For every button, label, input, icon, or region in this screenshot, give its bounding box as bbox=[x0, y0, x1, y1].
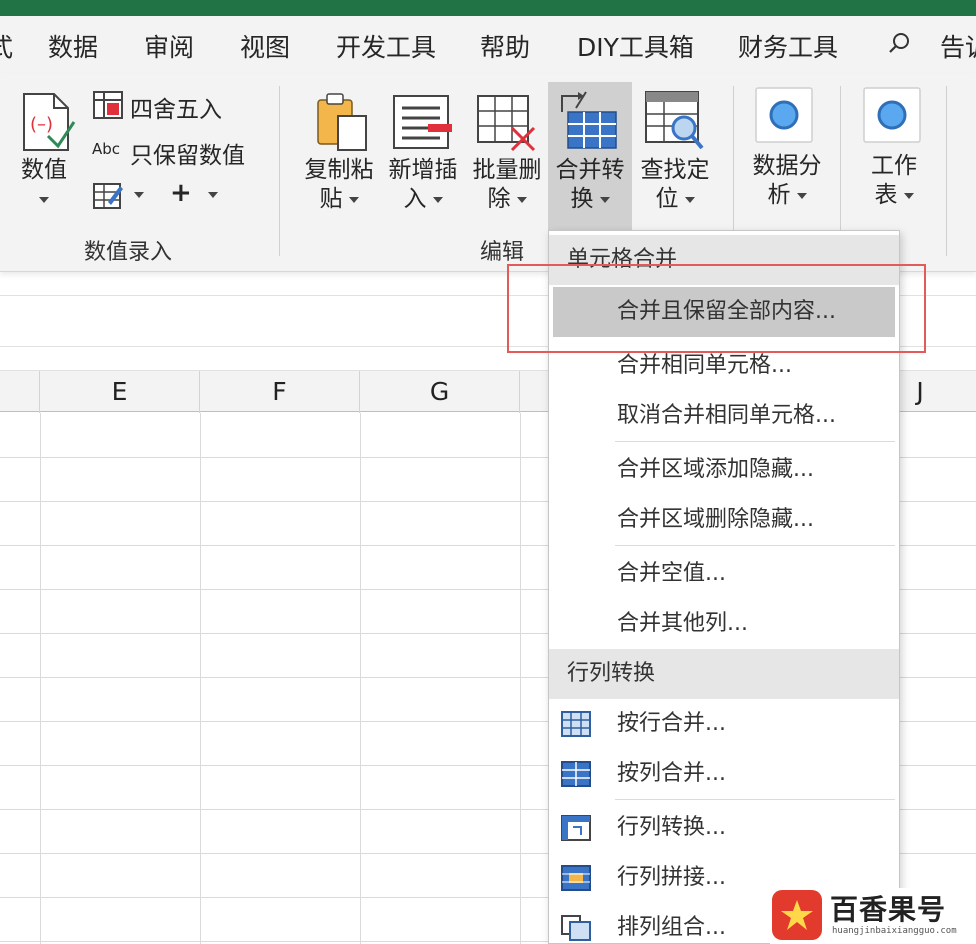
find-locate-icon bbox=[645, 91, 704, 150]
keep-value-item[interactable]: 只保留数值 bbox=[130, 136, 245, 170]
tab-tell-me[interactable]: 告诉 bbox=[940, 28, 976, 64]
add-dropdown[interactable] bbox=[208, 192, 218, 198]
tab-developer[interactable]: 开发工具 bbox=[336, 28, 436, 64]
transpose-icon bbox=[561, 815, 591, 841]
column-header-partial[interactable] bbox=[0, 371, 40, 413]
merge-by-column-icon bbox=[561, 761, 591, 787]
data-analysis-icon bbox=[755, 87, 813, 143]
group-label-value-entry: 数值录入 bbox=[84, 240, 173, 265]
merge-by-row-icon bbox=[561, 711, 591, 737]
menu-separator bbox=[615, 441, 895, 442]
watermark-domain: huangjinbaixiangguo.com bbox=[832, 926, 957, 936]
menu-item-merge-other-columns[interactable]: 合并其他列... bbox=[549, 599, 899, 649]
add-symbol-button[interactable]: + bbox=[170, 178, 192, 208]
round-item[interactable]: 四舍五入 bbox=[130, 90, 222, 124]
menu-header-row-column-convert: 行列转换 bbox=[549, 649, 899, 699]
ribbon-tabs: 式 数据 审阅 视图 开发工具 帮助 DIY工具箱 财务工具 告诉 bbox=[0, 16, 976, 74]
value-icon: (–) bbox=[23, 93, 76, 151]
column-header-e[interactable]: E bbox=[40, 371, 200, 413]
group-separator bbox=[279, 86, 280, 256]
find-locate-button[interactable]: 查找定位 bbox=[636, 156, 714, 214]
annotation-highlight-box bbox=[507, 264, 926, 353]
tab-finance-tools[interactable]: 财务工具 bbox=[738, 28, 838, 64]
worksheet-icon bbox=[863, 87, 921, 143]
group-label-edit: 编辑 bbox=[480, 240, 525, 265]
join-icon bbox=[561, 865, 591, 891]
grid-line bbox=[520, 413, 521, 944]
delete-icon bbox=[477, 95, 536, 152]
menu-item-row-column-convert[interactable]: 行列转换... bbox=[549, 803, 899, 853]
tab-formula[interactable]: 式 bbox=[0, 28, 13, 64]
menu-separator bbox=[615, 545, 895, 546]
menu-item-merge-remove-hidden[interactable]: 合并区域删除隐藏... bbox=[549, 495, 899, 545]
copy-paste-button[interactable]: 复制粘贴 bbox=[300, 156, 378, 214]
watermark-logo bbox=[772, 890, 822, 940]
copy-paste-icon bbox=[317, 93, 367, 151]
insert-icon bbox=[393, 95, 452, 149]
grid-line bbox=[200, 413, 201, 944]
grid-line bbox=[360, 413, 361, 944]
watermark-name: 百香果号 bbox=[830, 893, 947, 926]
watermark: 百香果号 huangjinbaixiangguo.com bbox=[770, 888, 976, 944]
delete-button[interactable]: 批量删除 bbox=[468, 156, 546, 214]
round-icon bbox=[93, 91, 123, 119]
title-bar bbox=[0, 0, 976, 16]
tab-view[interactable]: 视图 bbox=[240, 28, 290, 64]
worksheet-button[interactable]: 工作表 bbox=[858, 152, 930, 210]
column-header-g[interactable]: G bbox=[360, 371, 520, 413]
tab-help[interactable]: 帮助 bbox=[480, 28, 530, 64]
merge-convert-icon bbox=[561, 91, 617, 149]
search-icon[interactable] bbox=[888, 32, 910, 54]
menu-separator bbox=[615, 799, 895, 800]
tab-data[interactable]: 数据 bbox=[48, 28, 98, 64]
value-button[interactable]: 数值 bbox=[16, 156, 72, 214]
svg-text:(–): (–) bbox=[30, 114, 53, 135]
grid-line bbox=[40, 413, 41, 944]
menu-item-merge-empty[interactable]: 合并空值... bbox=[549, 549, 899, 599]
menu-item-unmerge-same-cells[interactable]: 取消合并相同单元格... bbox=[549, 391, 899, 441]
column-header-f[interactable]: F bbox=[200, 371, 360, 413]
group-separator bbox=[946, 86, 947, 256]
tab-diy-toolbox[interactable]: DIY工具箱 bbox=[577, 28, 694, 64]
menu-item-merge-by-row[interactable]: 按行合并... bbox=[549, 699, 899, 749]
menu-item-merge-add-hidden[interactable]: 合并区域添加隐藏... bbox=[549, 445, 899, 495]
menu-item-merge-by-column[interactable]: 按列合并... bbox=[549, 749, 899, 799]
permutation-icon bbox=[561, 915, 591, 941]
insert-button[interactable]: 新增插入 bbox=[384, 156, 462, 214]
data-analysis-button[interactable]: 数据分析 bbox=[748, 152, 826, 210]
abc-icon: Abc bbox=[92, 140, 121, 158]
tab-review[interactable]: 审阅 bbox=[144, 28, 194, 64]
table-edit-dropdown[interactable] bbox=[134, 192, 144, 198]
merge-convert-button[interactable]: 合并转换 bbox=[551, 156, 629, 214]
table-edit-icon[interactable] bbox=[92, 180, 124, 210]
